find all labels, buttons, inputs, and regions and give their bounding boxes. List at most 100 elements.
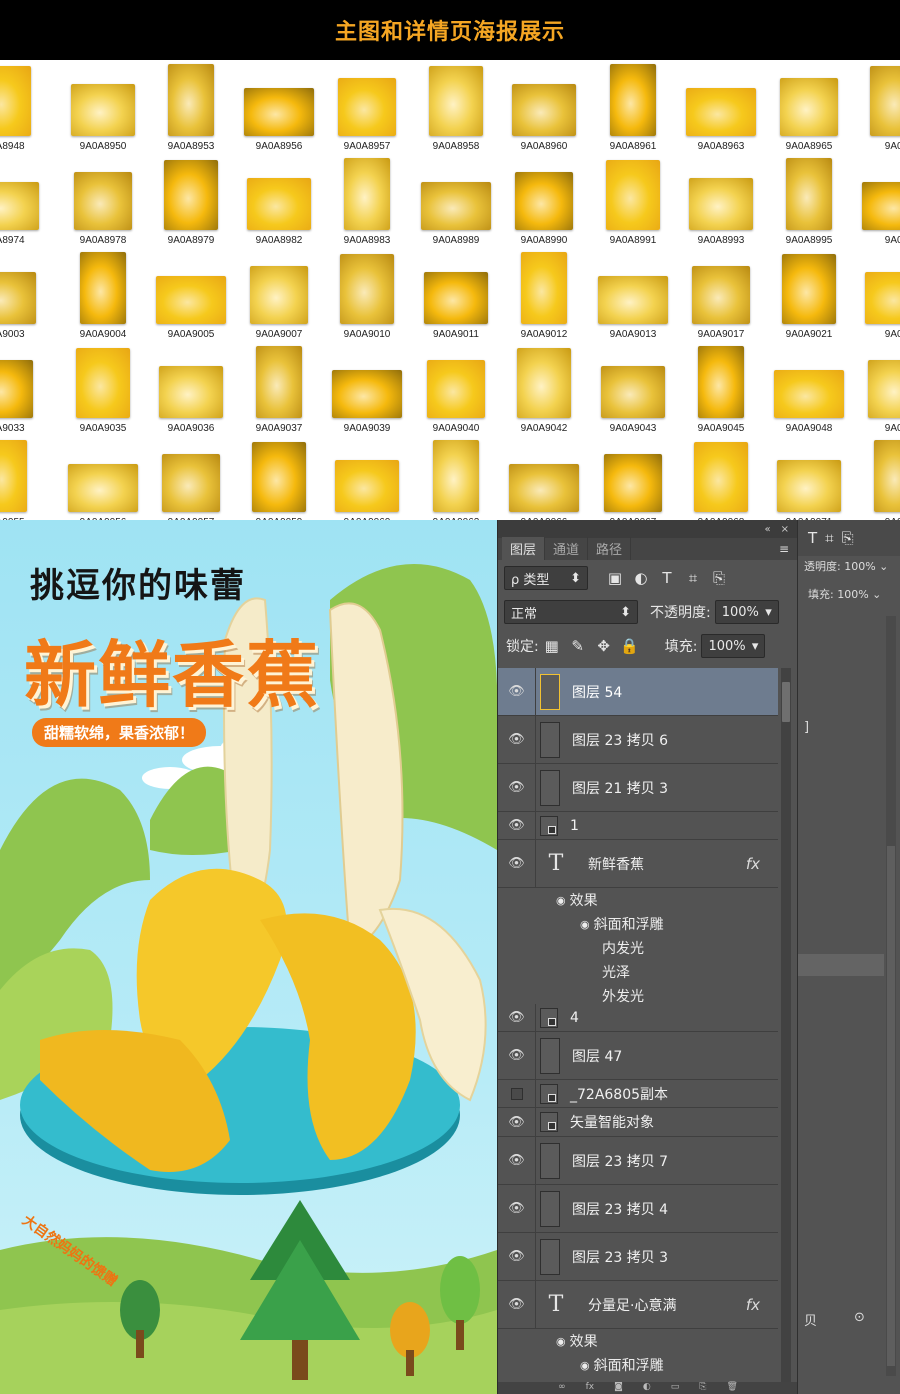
thumbnail-item[interactable]: 9A0A9004 [59,248,147,342]
scrollbar-thumb[interactable] [887,846,895,1366]
thumbnail-item[interactable]: 9A0A9062 [412,436,500,520]
layer-row[interactable]: 👁 图层 54 [498,668,778,716]
thumbnail-item[interactable]: 9A0A9010 [323,248,411,342]
layers-scrollbar[interactable] [781,668,791,1382]
blend-mode-dropdown[interactable]: 正常 ⬍ [504,600,638,624]
eye-icon[interactable]: 👁 [498,716,536,763]
thumbnail-item[interactable]: 9A0A8990 [500,154,588,248]
thumbnail-item[interactable]: A0A8974 [0,154,48,248]
thumbnail-item[interactable]: 9A0A8961 [589,60,677,154]
thumbnail-item[interactable]: 9A0A9011 [412,248,500,342]
thumbnail-item[interactable]: 9A0A8991 [589,154,677,248]
eye-icon[interactable]: 👁 [498,764,536,811]
thumbnail-item[interactable]: 9A0A [853,248,900,342]
eye-icon[interactable]: ◉ [580,1359,590,1372]
thumbnail-item[interactable]: 9A0A9057 [147,436,235,520]
effect-item[interactable]: 外发光 [536,984,778,1008]
thumbnail-item[interactable]: 9A0A9048 [765,342,853,436]
thumbnail-item[interactable]: A0A9033 [0,342,48,436]
thumbnail-item[interactable]: 9A0A9071 [765,436,853,520]
thumbnail-item[interactable]: 9A0A9042 [500,342,588,436]
eye-icon[interactable]: ◉ [556,894,566,907]
fx-icon[interactable]: fx [586,1382,595,1394]
thumbnail-item[interactable]: 9A0A9035 [59,342,147,436]
layer-row[interactable]: _72A6805副本 [498,1080,778,1108]
new-layer-icon[interactable]: ⎘ [699,1382,706,1394]
thumbnail-item[interactable]: 9A0A [853,60,900,154]
thumbnail-item[interactable]: 9A0A8960 [500,60,588,154]
thumbnail-item[interactable]: 9A0A8965 [765,60,853,154]
lock-all-icon[interactable]: 🔒 [617,637,643,655]
thumbnail-item[interactable]: A0A9055 [0,436,48,520]
shape-filter-icon[interactable]: ⌗ [825,529,833,547]
opacity-field[interactable]: 100% ▾ [714,600,779,624]
thumbnail-item[interactable]: 9A0A8950 [59,60,147,154]
fx-icon[interactable]: fx [746,855,760,873]
eye-icon[interactable]: 👁 [498,668,536,715]
effect-item[interactable]: 内发光 [536,936,778,960]
thumbnail-item[interactable]: 9A0A9066 [500,436,588,520]
eye-icon[interactable]: 👁 [498,1233,536,1280]
effects-header[interactable]: ◉ 效果 [536,1329,778,1353]
adjustment-icon[interactable]: ◐ [643,1382,651,1394]
eye-icon[interactable]: ◉ [580,918,590,931]
layer-row[interactable]: 👁 图层 23 拷贝 6 [498,716,778,764]
thumbnail-item[interactable]: 9A0A8993 [677,154,765,248]
tab-paths[interactable]: 路径 [588,537,632,560]
thumbnail-item[interactable]: 9A0A8963 [677,60,765,154]
filter-type-dropdown[interactable]: ρ 类型 ⬍ [504,566,588,590]
thumbnail-item[interactable]: 9A0A9059 [235,436,323,520]
close-icon[interactable]: × [781,524,789,535]
lock-transparent-icon[interactable]: ▦ [539,637,565,655]
thumbnail-item[interactable]: 9A0A9017 [677,248,765,342]
fill-field[interactable]: 100% ▾ [701,634,766,658]
effect-item[interactable]: ◉ 斜面和浮雕 [536,912,778,936]
layer-row[interactable]: 👁 图层 21 拷贝 3 [498,764,778,812]
fx-icon[interactable]: fx [746,1296,760,1314]
eye-icon[interactable]: 👁 [498,1137,536,1184]
thumbnail-item[interactable]: 9A0A9005 [147,248,235,342]
thumbnail-item[interactable]: 9A0A8983 [323,154,411,248]
thumbnail-item[interactable]: 9A0A8978 [59,154,147,248]
scrollbar-thumb[interactable] [782,682,790,722]
thumbnail-item[interactable]: 9A0A9012 [500,248,588,342]
thumbnail-item[interactable]: A0A9003 [0,248,48,342]
visibility-toggle[interactable] [498,1080,536,1107]
mask-icon[interactable]: ◙ [614,1382,623,1394]
eye-icon[interactable]: 👁 [498,812,536,839]
thumbnail-item[interactable]: 9A0A8995 [765,154,853,248]
link-icon[interactable]: ∞ [558,1382,566,1394]
thumbnail-item[interactable]: 9A0A8956 [235,60,323,154]
thumbnail-item[interactable]: 9A0A9021 [765,248,853,342]
tab-layers[interactable]: 图层 [502,537,546,560]
panel-menu-icon[interactable]: ≡ [779,542,789,556]
thumbnail-item[interactable]: 9A0A9060 [323,436,411,520]
collapse-icon[interactable]: « [764,524,770,535]
type-filter-icon[interactable]: T [808,529,817,547]
layer-row[interactable]: 👁 1 [498,812,778,840]
eye-icon[interactable]: 👁 [498,1185,536,1232]
eye-icon[interactable]: 👁 [498,1032,536,1079]
lock-paint-icon[interactable]: ✎ [565,637,591,655]
layer-row[interactable]: 👁 T 新鲜香蕉 fx [498,840,778,888]
image-filter-icon[interactable]: ▣ [602,569,628,587]
eye-icon[interactable]: 👁 [498,1108,536,1136]
eye-icon[interactable]: ◉ [556,1335,566,1348]
trash-icon[interactable]: 🗑 [726,1382,737,1394]
eye-icon[interactable]: 👁 [498,1281,536,1328]
thumbnail-item[interactable]: 9A0A9056 [59,436,147,520]
side-opacity-value[interactable]: 100% [844,560,875,573]
thumbnail-item[interactable]: 9A0A9036 [147,342,235,436]
side-scrollbar[interactable] [886,616,896,1376]
layer-row[interactable]: 👁 图层 23 拷贝 4 [498,1185,778,1233]
thumbnail-item[interactable]: 9A0A9037 [235,342,323,436]
thumbnail-item[interactable]: 9A0A [853,154,900,248]
thumbnail-item[interactable]: 9A0A9068 [677,436,765,520]
thumbnail-item[interactable]: 9A0A9045 [677,342,765,436]
thumbnail-item[interactable]: 9A0A [853,436,900,520]
eye-icon[interactable]: 👁 [498,1004,536,1031]
smart-filter-icon[interactable]: ⎘ [842,529,854,547]
thumbnail-item[interactable]: 9A0A9007 [235,248,323,342]
folder-icon[interactable]: ▭ [671,1382,680,1394]
thumbnail-item[interactable]: 9A0A9013 [589,248,677,342]
